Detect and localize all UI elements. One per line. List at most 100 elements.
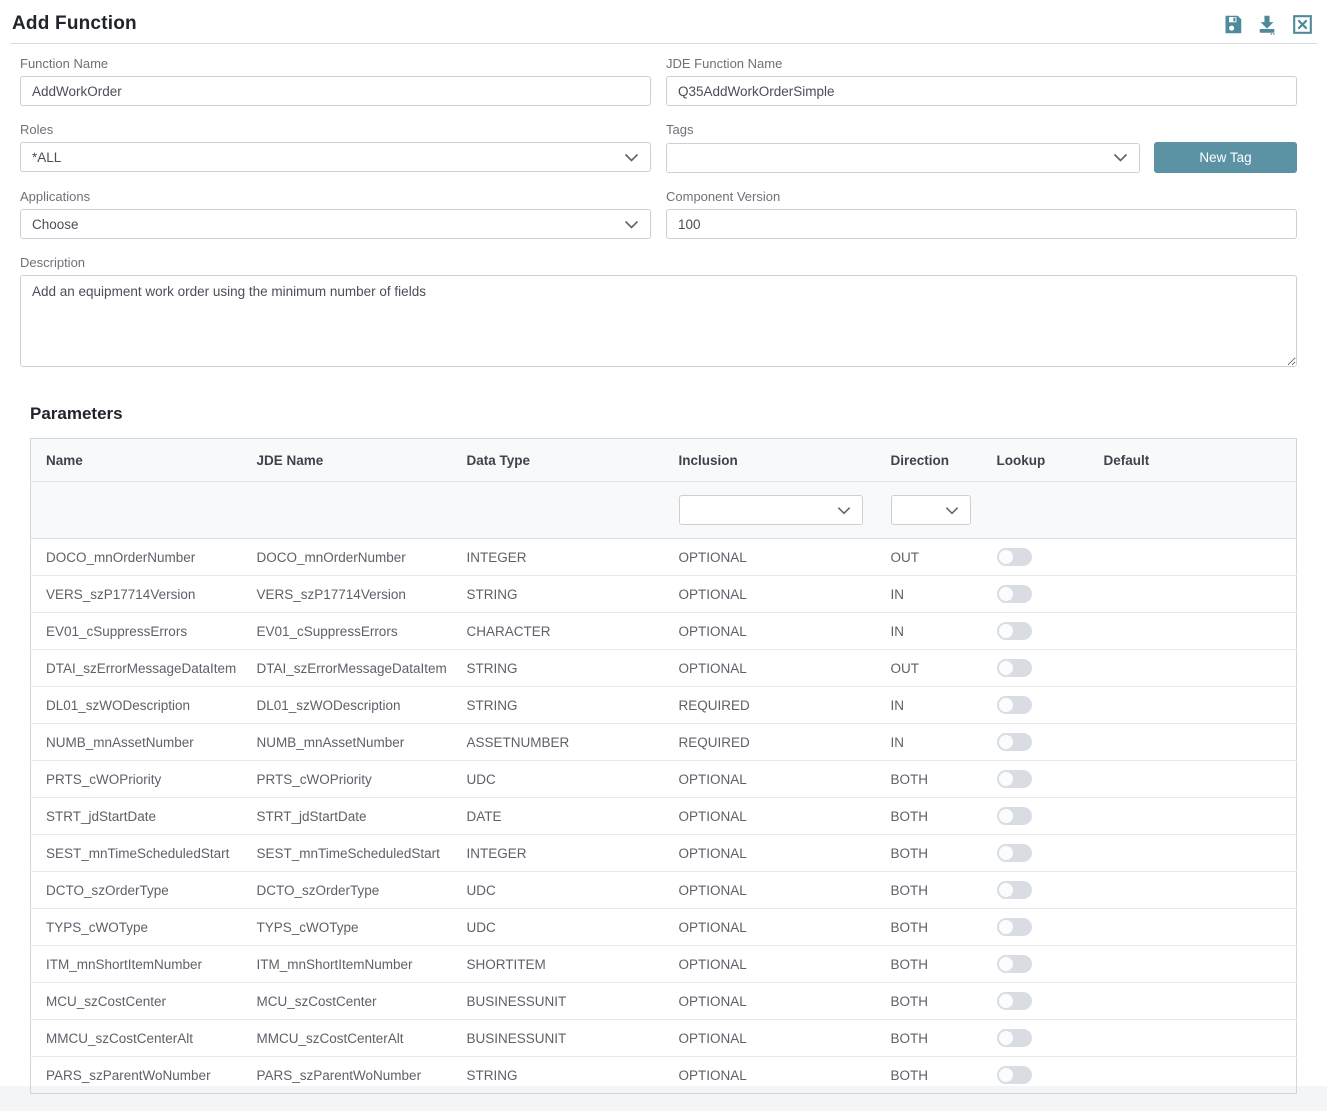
lookup-toggle[interactable] [997,844,1032,862]
column-header-direction: Direction [876,439,982,482]
description-label: Description [20,255,1297,270]
param-lookup-cell [982,983,1089,1020]
lookup-toggle[interactable] [997,659,1032,677]
param-default-cell [1089,613,1297,650]
parameter-row: TYPS_cWOType TYPS_cWOType UDC OPTIONAL B… [31,909,1297,946]
param-data-type-cell: ASSETNUMBER [452,724,664,761]
param-data-type-cell: STRING [452,1057,664,1094]
param-inclusion-cell: OPTIONAL [664,872,876,909]
toggle-knob [999,1068,1013,1082]
param-jde-name-cell: EV01_cSuppressErrors [242,613,452,650]
parameter-row: ITM_mnShortItemNumber ITM_mnShortItemNum… [31,946,1297,983]
param-default-cell [1089,576,1297,613]
new-tag-button[interactable]: New Tag [1154,142,1297,173]
save-icon[interactable] [1221,13,1243,35]
toggle-knob [999,920,1013,934]
toggle-knob [999,550,1013,564]
param-jde-name-cell: STRT_jdStartDate [242,798,452,835]
toggle-knob [999,624,1013,638]
parameter-row: PRTS_cWOPriority PRTS_cWOPriority UDC OP… [31,761,1297,798]
download-icon[interactable] [1256,13,1278,35]
chevron-down-icon [837,506,851,515]
param-default-cell [1089,650,1297,687]
parameters-table-body: DOCO_mnOrderNumber DOCO_mnOrderNumber IN… [31,539,1297,1094]
param-lookup-cell [982,835,1089,872]
param-lookup-cell [982,909,1089,946]
toggle-knob [999,772,1013,786]
param-lookup-cell [982,724,1089,761]
param-lookup-cell [982,650,1089,687]
param-lookup-cell [982,872,1089,909]
param-inclusion-cell: OPTIONAL [664,613,876,650]
lookup-toggle[interactable] [997,1029,1032,1047]
tags-select[interactable] [666,143,1140,173]
component-version-field-group: Component Version [666,189,1297,239]
toggle-knob [999,735,1013,749]
lookup-toggle[interactable] [997,955,1032,973]
lookup-toggle[interactable] [997,548,1032,566]
function-name-label: Function Name [20,56,651,71]
param-name-cell: DTAI_szErrorMessageDataItem [31,650,242,687]
toggle-knob [999,698,1013,712]
param-data-type-cell: UDC [452,761,664,798]
applications-field-group: Applications Choose [20,189,651,239]
column-header-default: Default [1089,439,1297,482]
param-direction-cell: IN [876,613,982,650]
close-icon[interactable] [1291,13,1313,35]
chevron-down-icon [624,220,639,229]
function-form: Function Name JDE Function Name Roles *A… [0,56,1327,388]
function-name-input[interactable] [20,76,651,106]
description-textarea[interactable]: Add an equipment work order using the mi… [20,275,1297,367]
param-inclusion-cell: OPTIONAL [664,761,876,798]
inclusion-filter-select[interactable] [679,495,863,525]
lookup-toggle[interactable] [997,696,1032,714]
chevron-down-icon [624,153,639,162]
component-version-input[interactable] [666,209,1297,239]
param-data-type-cell: STRING [452,650,664,687]
param-direction-cell: BOTH [876,1020,982,1057]
param-lookup-cell [982,576,1089,613]
param-lookup-cell [982,539,1089,576]
param-default-cell [1089,1020,1297,1057]
param-direction-cell: BOTH [876,835,982,872]
toggle-knob [999,883,1013,897]
param-jde-name-cell: VERS_szP17714Version [242,576,452,613]
toggle-knob [999,1031,1013,1045]
column-header-data-type: Data Type [452,439,664,482]
param-jde-name-cell: MCU_szCostCenter [242,983,452,1020]
lookup-toggle[interactable] [997,807,1032,825]
param-default-cell [1089,835,1297,872]
param-data-type-cell: INTEGER [452,835,664,872]
lookup-toggle[interactable] [997,881,1032,899]
lookup-toggle[interactable] [997,992,1032,1010]
param-direction-cell: IN [876,687,982,724]
applications-select[interactable]: Choose [20,209,651,239]
param-lookup-cell [982,687,1089,724]
parameter-row: STRT_jdStartDate STRT_jdStartDate DATE O… [31,798,1297,835]
lookup-toggle[interactable] [997,918,1032,936]
page-title: Add Function [12,13,137,35]
description-field-group: Description Add an equipment work order … [20,255,1297,372]
param-jde-name-cell: SEST_mnTimeScheduledStart [242,835,452,872]
param-direction-cell: BOTH [876,798,982,835]
jde-function-name-field-group: JDE Function Name [666,56,1297,106]
roles-select[interactable]: *ALL [20,142,651,172]
param-name-cell: NUMB_mnAssetNumber [31,724,242,761]
param-data-type-cell: STRING [452,576,664,613]
param-inclusion-cell: OPTIONAL [664,798,876,835]
param-name-cell: DL01_szWODescription [31,687,242,724]
lookup-toggle[interactable] [997,622,1032,640]
lookup-toggle[interactable] [997,770,1032,788]
jde-function-name-input[interactable] [666,76,1297,106]
lookup-toggle[interactable] [997,1066,1032,1084]
param-name-cell: EV01_cSuppressErrors [31,613,242,650]
lookup-toggle[interactable] [997,733,1032,751]
param-direction-cell: BOTH [876,983,982,1020]
topbar-icons [1221,13,1313,35]
param-jde-name-cell: NUMB_mnAssetNumber [242,724,452,761]
param-direction-cell: IN [876,724,982,761]
roles-label: Roles [20,122,651,137]
param-inclusion-cell: REQUIRED [664,724,876,761]
lookup-toggle[interactable] [997,585,1032,603]
direction-filter-select[interactable] [891,495,971,525]
